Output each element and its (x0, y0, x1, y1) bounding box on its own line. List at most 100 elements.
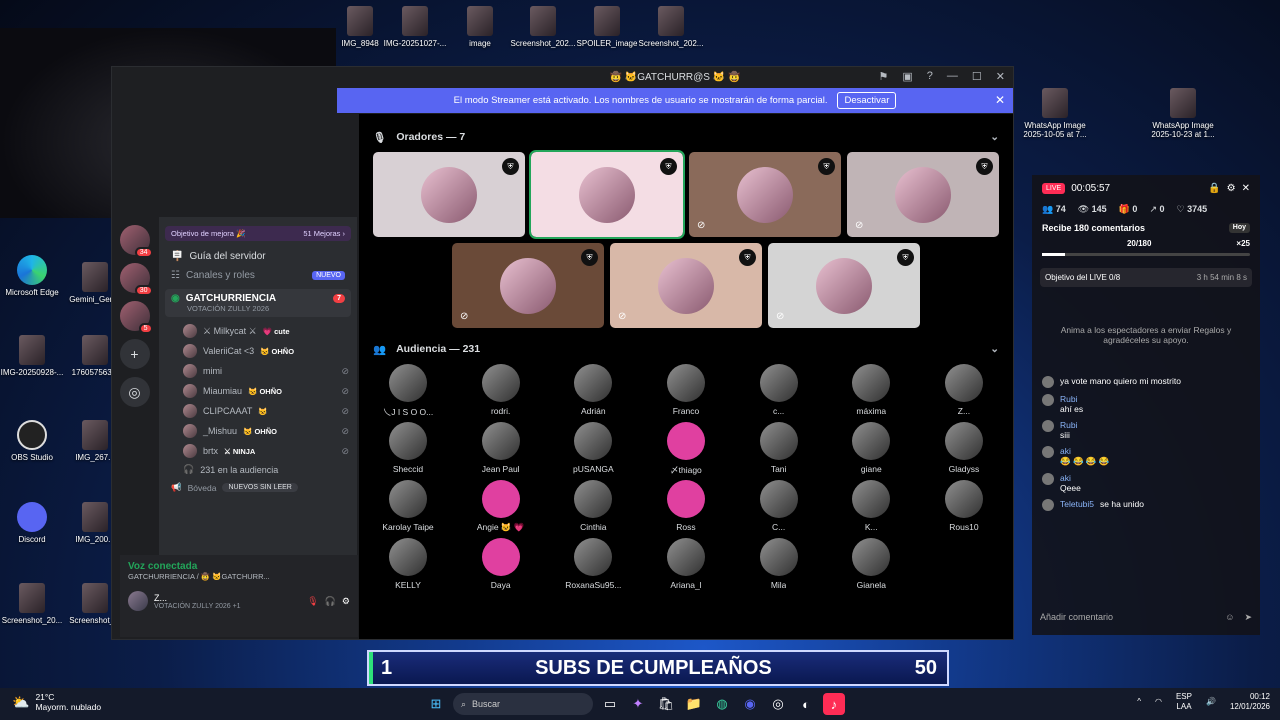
audience-member[interactable]: rodri. (466, 364, 536, 417)
live-objective[interactable]: Objetivo del LIVE 0/8 3 h 54 min 8 s (1040, 268, 1252, 287)
store-icon[interactable]: 🛍 (655, 693, 677, 715)
tiktok-icon[interactable]: ♪ (823, 693, 845, 715)
audience-member[interactable]: Rous10 (929, 480, 999, 533)
deactivate-button[interactable]: Desactivar (837, 92, 897, 109)
speakers-header[interactable]: 🎙 Oradores — 7 ⌄ (359, 122, 1013, 152)
audience-member[interactable]: 乀J I S O O... (373, 364, 443, 417)
discover-icon[interactable]: ◎ (119, 377, 150, 407)
file-explorer-icon[interactable]: 📁 (683, 693, 705, 715)
chevron-down-icon[interactable]: ⌄ (990, 343, 999, 355)
audience-member[interactable]: Karolay Taipe (373, 480, 443, 533)
copilot-icon[interactable]: ✦ (627, 693, 649, 715)
audience-member[interactable]: K... (836, 480, 906, 533)
audience-member[interactable]: Jean Paul (466, 422, 536, 475)
audience-member[interactable]: Franco (651, 364, 721, 417)
settings-gear-icon[interactable]: ⚙ (342, 596, 350, 607)
task-view-icon[interactable]: ▭ (599, 693, 621, 715)
audience-member[interactable]: Daya (466, 538, 536, 591)
chevron-down-icon[interactable]: ⌄ (990, 131, 999, 143)
weather-widget[interactable]: ⛅ 21°C Mayorm. nublado (12, 692, 101, 712)
server-icon[interactable]: 30 (119, 263, 153, 296)
voice-member[interactable]: ⚔ Milkycat ⚔ 💗 cute (159, 321, 357, 341)
obs-taskbar-icon[interactable]: ◐ (795, 693, 817, 715)
audience-member[interactable]: Gladyss (929, 422, 999, 475)
audience-member[interactable]: máxima (836, 364, 906, 417)
language-indicator[interactable]: ESP LAA (1176, 692, 1192, 711)
audience-member[interactable]: pUSANGA (558, 422, 628, 475)
channel-roles[interactable]: ☷ Canales y roles NUEVO (159, 266, 357, 285)
audience-member[interactable]: Cinthia (558, 480, 628, 533)
server-icon[interactable]: 34 (119, 225, 153, 258)
audience-member[interactable]: Sheccid (373, 422, 443, 475)
goal-progress: 20/180 (1126, 239, 1152, 248)
voice-channel[interactable]: ◉ GATCHURRIENCIA 7 VOTACIÓN ZULLY 2026 (165, 289, 351, 317)
audience-member[interactable]: Mila (744, 538, 814, 591)
speaker-tile[interactable]: ⛨ ⊘ (610, 243, 762, 328)
edge-taskbar-icon[interactable]: ◍ (711, 693, 733, 715)
audience-member[interactable]: Z... (929, 364, 999, 417)
audience-count[interactable]: 🎧 231 en la audiencia (159, 461, 357, 478)
voice-member[interactable]: _Mishuu 😺 OHÑO ⊘ (159, 421, 357, 441)
speaker-tile[interactable]: ⛨ ⊘ (768, 243, 920, 328)
volume-icon[interactable]: 🔊 (1206, 697, 1216, 707)
audience-member[interactable]: C... (744, 480, 814, 533)
send-icon[interactable]: ➤ (1244, 612, 1252, 623)
desktop-icon[interactable]: Screenshot_202... (631, 6, 711, 48)
taskbar-search[interactable]: ⌕ Buscar (453, 693, 593, 715)
desktop-icon[interactable]: WhatsApp Image 2025-10-23 at 1... (1143, 88, 1223, 139)
audience-header[interactable]: 👥 Audiencia — 231 ⌄ (359, 334, 1013, 364)
avatar (1042, 394, 1054, 406)
voice-member[interactable]: mimi ⊘ (159, 361, 357, 381)
speaker-tile[interactable]: ⛨ ⊘ (847, 152, 999, 237)
boost-goal[interactable]: Objetivo de mejora 🎉 51 Mejoras › (165, 226, 351, 241)
flag-icon[interactable]: ⚑ (879, 70, 889, 83)
maximize-icon[interactable]: ☐ (972, 70, 982, 83)
audience-member[interactable]: Ariana_l (651, 538, 721, 591)
audience-member[interactable]: c... (744, 364, 814, 417)
comment-user: Teletubi5 (1060, 499, 1095, 509)
comment-input[interactable]: Añadir comentario ☺ ➤ (1040, 607, 1252, 627)
new-unread-pill[interactable]: NUEVOS SIN LEER (222, 483, 298, 492)
mute-icon[interactable]: 🎙 (307, 596, 318, 607)
voice-member[interactable]: CLIPCAAAT 😺 ⊘ (159, 401, 357, 421)
desktop-icon[interactable]: WhatsApp Image 2025-10-05 at 7... (1015, 88, 1095, 139)
audience-member[interactable]: Adrián (558, 364, 628, 417)
close-icon[interactable]: ✕ (996, 70, 1005, 83)
headphones-icon[interactable]: 🎧 (325, 596, 336, 607)
channel-server-guide[interactable]: 🪧 Guía del servidor (159, 247, 357, 266)
add-server-icon[interactable]: + (119, 339, 150, 369)
clock[interactable]: 00:12 12/01/2026 (1230, 692, 1270, 711)
audience-member[interactable]: Ross (651, 480, 721, 533)
minimize-icon[interactable]: — (947, 70, 958, 83)
audience-member[interactable]: Tani (744, 422, 814, 475)
discord-taskbar-icon[interactable]: ◉ (739, 693, 761, 715)
windows-start-icon[interactable]: ⊞ (425, 693, 447, 715)
audience-member[interactable]: KELLY (373, 538, 443, 591)
voice-member[interactable]: Miaumiau 😺 OHÑO ⊘ (159, 381, 357, 401)
audience-member[interactable]: RoxanaSu95... (558, 538, 628, 591)
server-icon[interactable]: 5 (119, 301, 153, 334)
inbox-icon[interactable]: ▣ (902, 70, 912, 83)
channel-lobby[interactable]: 📢 Bóveda NUEVOS SIN LEER (159, 478, 357, 497)
lock-icon[interactable]: 🔒 (1208, 183, 1220, 194)
voice-member[interactable]: ValeriiCat <3 😺 OHÑO (159, 341, 357, 361)
audience-member[interactable]: 〆thiago (651, 422, 721, 475)
wifi-icon[interactable]: ◠ (1155, 697, 1162, 707)
current-user[interactable]: Z... VOTACIÓN ZULLY 2026 +1 🎙 🎧 ⚙ (120, 587, 358, 615)
speaker-tile[interactable]: ⛨ (373, 152, 525, 237)
audience-member[interactable]: Angie 😺 💗 (466, 480, 536, 533)
speaker-tile[interactable]: ⛨ ⊘ (452, 243, 604, 328)
emoji-icon[interactable]: ☺ (1225, 612, 1234, 622)
audience-member[interactable]: Gianela (836, 538, 906, 591)
chrome-icon[interactable]: ◎ (767, 693, 789, 715)
close-icon[interactable]: ✕ (1242, 183, 1250, 194)
help-icon[interactable]: ? (927, 70, 933, 83)
speaker-tile[interactable]: ⛨ ⊘ (689, 152, 841, 237)
audience-member[interactable]: giane (836, 422, 906, 475)
voice-member[interactable]: brtx ⚔ NINJA ⊘ (159, 441, 357, 461)
settings-icon[interactable]: ⚙ (1227, 183, 1236, 194)
tray-chevron-icon[interactable]: ^ (1137, 697, 1141, 707)
close-banner-icon[interactable]: ✕ (995, 93, 1005, 107)
speaker-tile[interactable]: ⛨ (529, 150, 685, 239)
voice-connected[interactable]: Voz conectada GATCHURRIENCIA / 🤠 🐱GATCHUR… (120, 555, 358, 587)
